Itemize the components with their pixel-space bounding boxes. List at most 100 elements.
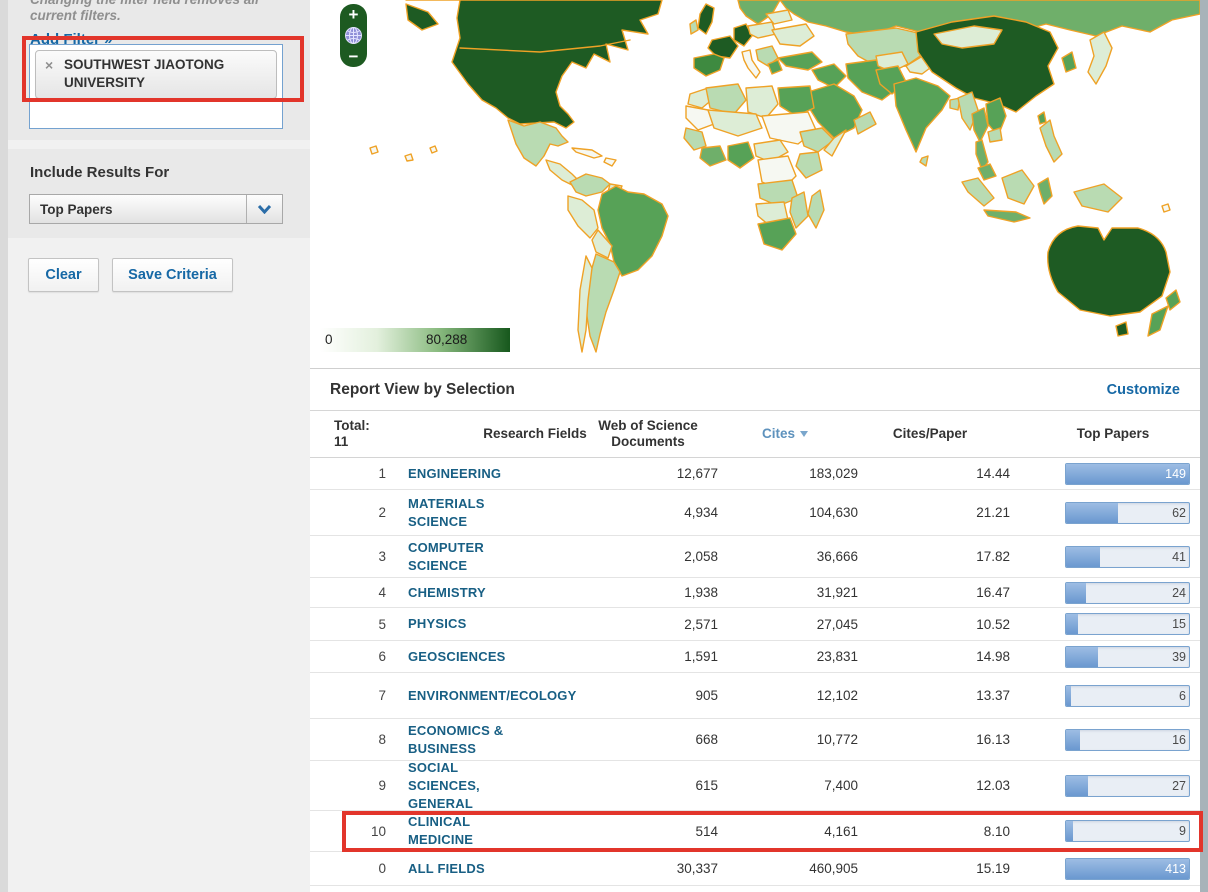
- cites-per-paper-value: 14.98: [858, 649, 1010, 664]
- docs-value: 4,934: [526, 505, 718, 520]
- field-link[interactable]: ALL FIELDS: [408, 861, 485, 876]
- table-row: 2 MATERIALS SCIENCE 4,934 104,630 21.21 …: [310, 490, 1208, 536]
- zoom-out-button[interactable]: −: [349, 49, 359, 64]
- map-color-legend: 0 80,288: [320, 328, 510, 352]
- customize-link[interactable]: Customize: [1107, 382, 1180, 398]
- field-link[interactable]: CHEMISTRY: [408, 585, 486, 600]
- active-filters-box[interactable]: × SOUTHWEST JIAOTONG UNIVERSITY: [29, 44, 283, 129]
- docs-value: 514: [526, 824, 718, 839]
- field-link[interactable]: ECONOMICS & BUSINESS: [408, 723, 503, 756]
- zoom-in-button[interactable]: +: [349, 7, 359, 22]
- top-papers-bar: 6: [1065, 685, 1190, 707]
- docs-value: 615: [526, 778, 718, 793]
- filter-chip-label: SOUTHWEST JIAOTONG UNIVERSITY: [64, 57, 224, 90]
- row-rank: 4: [310, 585, 390, 600]
- top-papers-bar: 27: [1065, 775, 1190, 797]
- field-link[interactable]: CLINICAL MEDICINE: [408, 814, 473, 847]
- clear-button[interactable]: Clear: [28, 258, 99, 292]
- filter-chip: × SOUTHWEST JIAOTONG UNIVERSITY: [35, 50, 277, 99]
- globe-icon[interactable]: [344, 26, 363, 45]
- table-row: 1 ENGINEERING 12,677 183,029 14.44 149: [310, 458, 1208, 490]
- filter-note: Changing the filter field removes all cu…: [30, 0, 310, 24]
- top-papers-bar: 39: [1065, 646, 1190, 668]
- top-papers-bar: 149: [1065, 463, 1190, 485]
- row-rank: 7: [310, 688, 390, 703]
- field-link[interactable]: COMPUTER SCIENCE: [408, 540, 484, 573]
- cites-per-paper-value: 16.13: [858, 732, 1010, 747]
- docs-value: 2,571: [526, 617, 718, 632]
- total-count: Total: 11: [334, 418, 370, 450]
- docs-value: 30,337: [526, 861, 718, 876]
- cites-per-paper-value: 12.03: [858, 778, 1010, 793]
- field-link[interactable]: ENGINEERING: [408, 466, 501, 481]
- column-header-documents[interactable]: Web of Science Documents: [588, 418, 708, 450]
- row-rank: 10: [310, 824, 390, 839]
- column-header-cites[interactable]: Cites: [715, 426, 855, 441]
- top-papers-bar: 413: [1065, 858, 1190, 880]
- top-papers-bar: 24: [1065, 582, 1190, 604]
- docs-value: 1,591: [526, 649, 718, 664]
- top-papers-bar: 41: [1065, 546, 1190, 568]
- column-header-cites-per-paper[interactable]: Cites/Paper: [860, 426, 1000, 441]
- field-link[interactable]: MATERIALS SCIENCE: [408, 496, 485, 529]
- field-link[interactable]: SOCIAL SCIENCES, GENERAL: [408, 760, 480, 811]
- world-map-svg: [310, 0, 1200, 368]
- cites-per-paper-value: 10.52: [858, 617, 1010, 632]
- table-row: 4 CHEMISTRY 1,938 31,921 16.47 24: [310, 578, 1208, 608]
- cites-per-paper-value: 16.47: [858, 585, 1010, 600]
- cites-value: 27,045: [718, 617, 858, 632]
- row-rank: 2: [310, 505, 390, 520]
- include-results-label: Include Results For: [30, 164, 310, 181]
- top-papers-bar: 15: [1065, 613, 1190, 635]
- top-papers-bar: 62: [1065, 502, 1190, 524]
- top-papers-bar: 16: [1065, 729, 1190, 751]
- world-choropleth-map[interactable]: + − 0 80,288: [310, 0, 1200, 368]
- report-title-bar: Report View by Selection Customize: [310, 369, 1208, 411]
- map-zoom-control: + −: [340, 4, 367, 67]
- table-row: 7 ENVIRONMENT/ECOLOGY 905 12,102 13.37 6: [310, 673, 1208, 719]
- docs-value: 2,058: [526, 549, 718, 564]
- table-row: 5 PHYSICS 2,571 27,045 10.52 15: [310, 608, 1208, 641]
- vertical-scrollbar[interactable]: [1200, 0, 1208, 892]
- row-rank: 1: [310, 466, 390, 481]
- cites-value: 31,921: [718, 585, 858, 600]
- cites-value: 460,905: [718, 861, 858, 876]
- remove-filter-icon[interactable]: ×: [45, 57, 53, 73]
- field-link[interactable]: GEOSCIENCES: [408, 649, 506, 664]
- row-rank: 5: [310, 617, 390, 632]
- field-link[interactable]: PHYSICS: [408, 616, 466, 631]
- cites-value: 12,102: [718, 688, 858, 703]
- report-title: Report View by Selection: [330, 381, 515, 399]
- table-row-all-fields: 0 ALL FIELDS 30,337 460,905 15.19 413: [310, 852, 1208, 886]
- include-results-value: Top Papers: [40, 202, 113, 217]
- table-row: 9 SOCIAL SCIENCES, GENERAL 615 7,400 12.…: [310, 761, 1208, 811]
- save-criteria-button[interactable]: Save Criteria: [112, 258, 233, 292]
- cites-per-paper-value: 17.82: [858, 549, 1010, 564]
- table-row-highlighted: 10 CLINICAL MEDICINE 514 4,161 8.10 9: [310, 811, 1208, 852]
- cites-per-paper-value: 15.19: [858, 861, 1010, 876]
- legend-min-value: 0: [325, 332, 333, 347]
- row-rank: 8: [310, 732, 390, 747]
- report-panel: Report View by Selection Customize Total…: [310, 368, 1208, 892]
- cites-value: 183,029: [718, 466, 858, 481]
- cites-per-paper-value: 8.10: [858, 824, 1010, 839]
- legend-max-value: 80,288: [426, 332, 467, 347]
- docs-value: 668: [526, 732, 718, 747]
- cites-value: 23,831: [718, 649, 858, 664]
- sort-desc-icon: [800, 431, 808, 437]
- column-header-top-papers[interactable]: Top Papers: [1038, 426, 1188, 441]
- docs-value: 905: [526, 688, 718, 703]
- table-header-row: Total: 11 Research Fields Web of Science…: [310, 411, 1208, 458]
- cites-value: 4,161: [718, 824, 858, 839]
- row-rank: 6: [310, 649, 390, 664]
- filter-sidebar: Changing the filter field removes all cu…: [0, 0, 310, 892]
- table-body: 1 ENGINEERING 12,677 183,029 14.44 149 2…: [310, 458, 1208, 886]
- chevron-down-icon: [246, 195, 282, 223]
- row-rank: 9: [310, 778, 390, 793]
- row-rank: 0: [310, 861, 390, 876]
- include-results-select[interactable]: Top Papers: [29, 194, 283, 224]
- table-row: 8 ECONOMICS & BUSINESS 668 10,772 16.13 …: [310, 719, 1208, 761]
- table-row: 6 GEOSCIENCES 1,591 23,831 14.98 39: [310, 641, 1208, 673]
- cites-value: 104,630: [718, 505, 858, 520]
- cites-per-paper-value: 13.37: [858, 688, 1010, 703]
